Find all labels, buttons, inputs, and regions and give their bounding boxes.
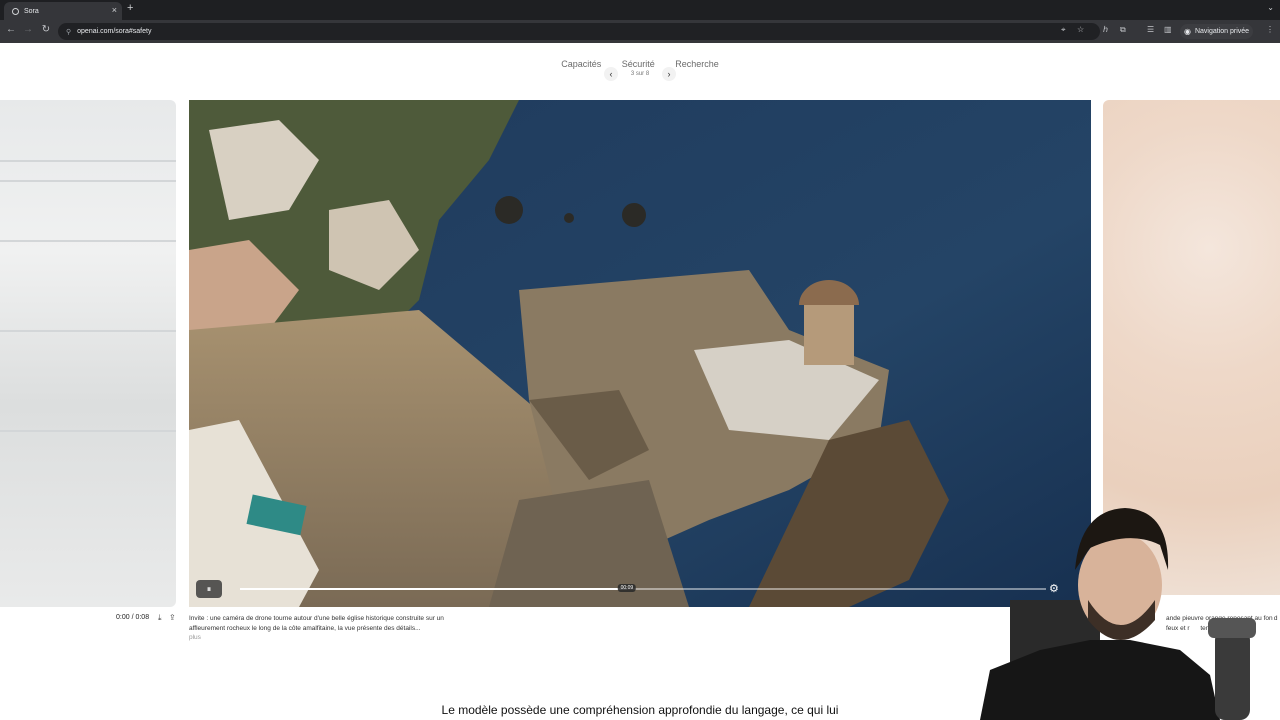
scrub-time-tooltip: 00:09 [617, 584, 637, 592]
reload-button[interactable]: ↻ [39, 24, 53, 35]
browser-tab[interactable]: Sora × [4, 2, 122, 20]
carousel-pager: ‹ 3 sur 8 › [604, 67, 676, 81]
tab-bar: Sora × + ⌄ [0, 0, 1280, 20]
previous-slide-preview[interactable] [0, 100, 176, 607]
video-controls: ⏸ 00:09 ⚙ [196, 580, 1072, 598]
puzzle-extensions-icon[interactable]: ⧉ [1120, 25, 1126, 35]
tab-list-icon[interactable]: ☰ [1147, 25, 1154, 34]
tab-close-icon[interactable]: × [112, 5, 117, 15]
prompt-caption: Invite : une caméra de drone tourne auto… [189, 615, 444, 632]
nav-link-capabilities[interactable]: Capacités [561, 59, 601, 69]
video-progress-track[interactable]: 00:09 [240, 584, 1046, 592]
next-slide-button[interactable]: › [662, 67, 676, 81]
translate-icon[interactable]: ⌖ [1061, 25, 1066, 35]
video-player[interactable] [189, 100, 1091, 607]
address-bar[interactable]: ⚲ openai.com/sora#safety [58, 23, 1100, 40]
share-icon[interactable]: ⇪ [169, 613, 176, 622]
pause-icon: ⏸ [206, 583, 212, 594]
new-tab-button[interactable]: + [127, 2, 133, 14]
side-panel-icon[interactable]: ▥ [1164, 25, 1172, 34]
download-icon[interactable]: ⤓ [158, 613, 162, 623]
more-link[interactable]: plus [189, 634, 201, 641]
browser-toolbar: ← → ↻ ⚲ openai.com/sora#safety ⌖ ☆ ℎ ⧉ ☰… [0, 20, 1280, 43]
back-button[interactable]: ← [4, 24, 18, 35]
menu-kebab-icon[interactable]: ⋮ [1266, 25, 1274, 34]
prev-slide-button[interactable]: ‹ [604, 67, 618, 81]
site-favicon-icon [12, 7, 19, 15]
incognito-icon: ◉ [1184, 27, 1191, 36]
tab-title: Sora [24, 7, 39, 15]
webcam-overlay [980, 500, 1280, 720]
site-info-icon[interactable]: ⚲ [66, 28, 71, 36]
video-progress-fill [240, 588, 627, 590]
pause-button[interactable]: ⏸ [196, 580, 222, 598]
forward-button[interactable]: → [21, 24, 35, 35]
video-timecode: 0:00 / 0:08 [116, 614, 150, 621]
private-label: Navigation privée [1194, 28, 1250, 35]
presenter-image [980, 508, 1256, 720]
private-mode-badge[interactable]: ◉ Navigation privée [1180, 24, 1254, 39]
video-frame-image [189, 100, 1091, 607]
slide-counter: 3 sur 8 [630, 71, 650, 77]
extension-icon[interactable]: ℎ [1103, 25, 1108, 34]
tab-search-icon[interactable]: ⌄ [1267, 3, 1274, 12]
nav-link-research[interactable]: Recherche [675, 59, 719, 69]
url-text: openai.com/sora#safety [77, 28, 152, 35]
bookmark-star-icon[interactable]: ☆ [1077, 25, 1084, 34]
